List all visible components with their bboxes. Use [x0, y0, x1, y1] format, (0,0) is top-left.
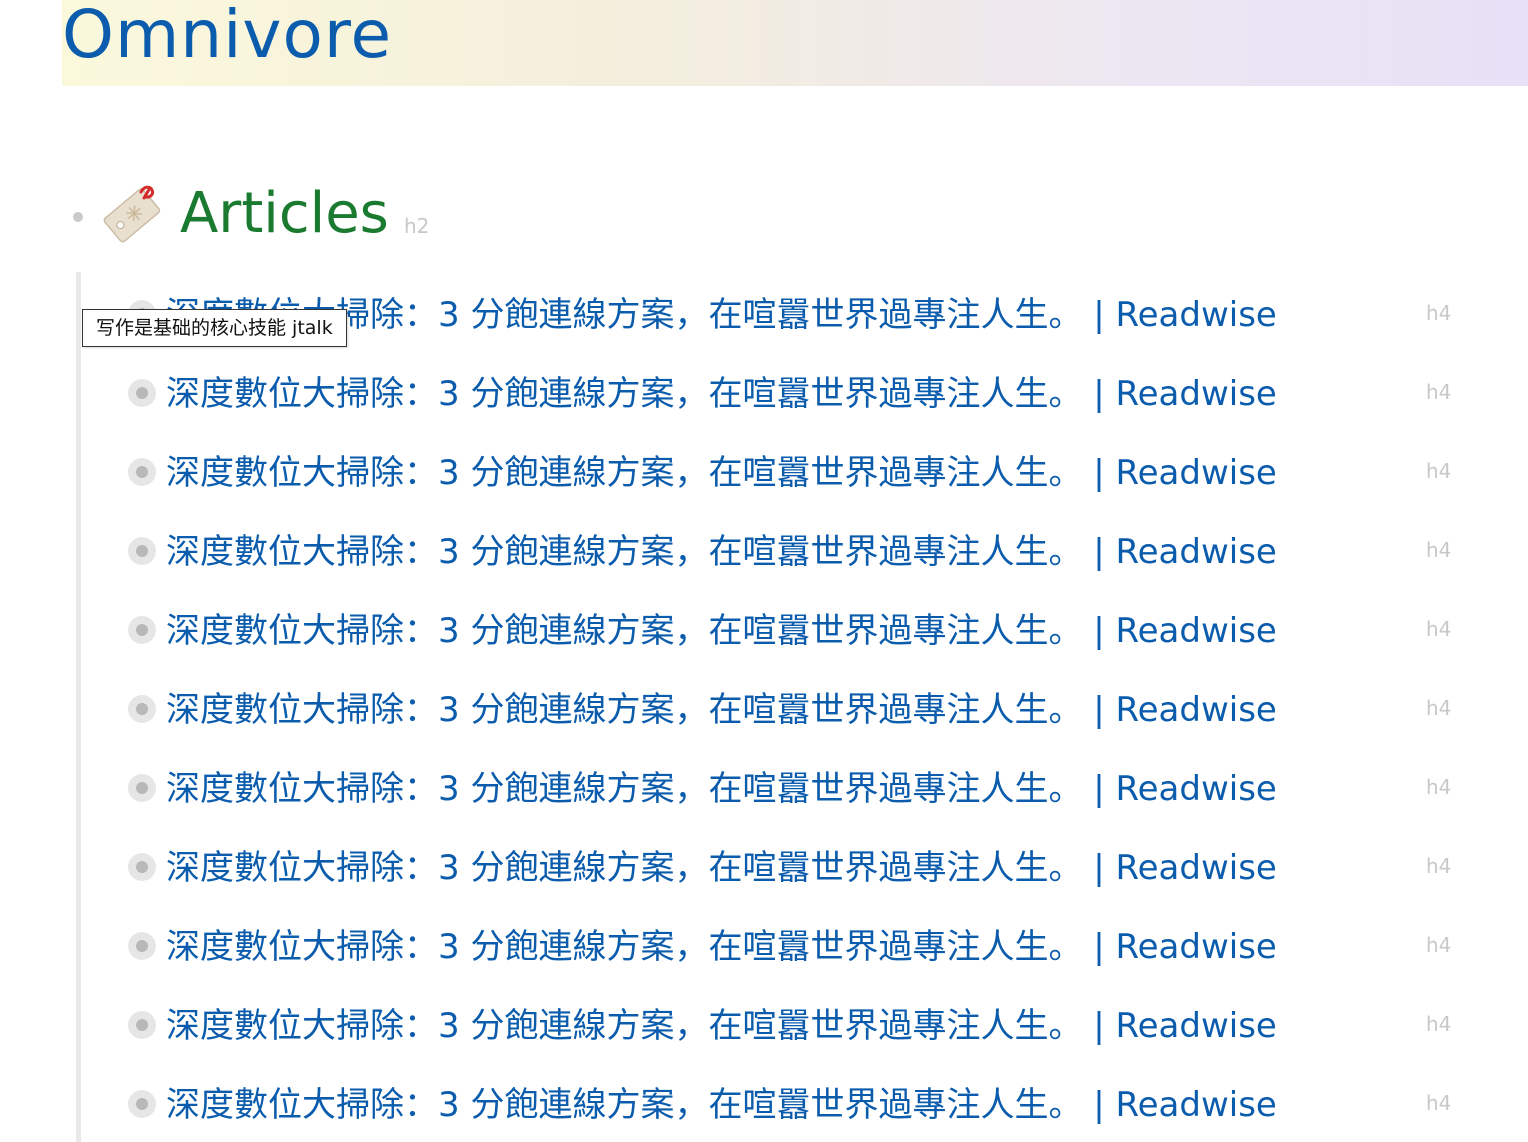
list-item: 深度數位大掃除：3 分飽連線方案，在喧囂世界過專注人生。 | Readwise … — [128, 364, 1488, 424]
outline-bullet[interactable] — [128, 537, 156, 565]
list-item: 深度數位大掃除：3 分飽連線方案，在喧囂世界過專注人生。 | Readwise … — [128, 680, 1488, 740]
page-title: Omnivore — [62, 0, 393, 73]
outline-bullet[interactable] — [128, 616, 156, 644]
list-item: 深度數位大掃除：3 分飽連線方案，在喧囂世界過專注人生。 | Readwise … — [128, 917, 1488, 977]
article-link[interactable]: 深度數位大掃除：3 分飽連線方案，在喧囂世界過專注人生。 | Readwise — [166, 364, 1277, 424]
list-item: 深度數位大掃除：3 分飽連線方案，在喧囂世界過專注人生。 | Readwise … — [128, 601, 1488, 661]
article-link[interactable]: 深度數位大掃除：3 分飽連線方案，在喧囂世界過專注人生。 | Readwise — [166, 917, 1277, 977]
list-item: 深度數位大掃除：3 分飽連線方案，在喧囂世界過專注人生。 | Readwise … — [128, 443, 1488, 503]
tag-icon — [100, 180, 164, 244]
section-heading[interactable]: Articles — [180, 178, 389, 250]
heading-level-marker: h4 — [1426, 1091, 1452, 1115]
page: Omnivore Articles h2 深度數位大掃除：3 分飽連線方案，在喧 — [0, 0, 1528, 1142]
outline-bullet[interactable] — [128, 1090, 156, 1118]
article-link[interactable]: 深度數位大掃除：3 分飽連線方案，在喧囂世界過專注人生。 | Readwise — [166, 996, 1277, 1056]
heading-level-marker: h4 — [1426, 301, 1452, 325]
outline-bullet[interactable] — [128, 695, 156, 723]
article-link[interactable]: 深度數位大掃除：3 分飽連線方案，在喧囂世界過專注人生。 | Readwise — [166, 522, 1277, 582]
heading-level-marker: h4 — [1426, 1012, 1452, 1036]
heading-level-marker: h4 — [1426, 696, 1452, 720]
heading-level-marker: h4 — [1426, 933, 1452, 957]
heading-level-marker: h4 — [1426, 538, 1452, 562]
article-link[interactable]: 深度數位大掃除：3 分飽連線方案，在喧囂世界過專注人生。 | Readwise — [166, 443, 1277, 503]
heading-level-marker: h4 — [1426, 775, 1452, 799]
heading-level-marker: h4 — [1426, 854, 1452, 878]
outline-bullet[interactable] — [128, 458, 156, 486]
article-link[interactable]: 深度數位大掃除：3 分飽連線方案，在喧囂世界過專注人生。 | Readwise — [166, 1075, 1277, 1135]
list-item: 深度數位大掃除：3 分飽連線方案，在喧囂世界過專注人生。 | Readwise … — [128, 996, 1488, 1056]
heading-level-marker: h4 — [1426, 380, 1452, 404]
hover-tooltip: 写作是基础的核心技能 jtalk — [82, 309, 347, 347]
outline-bullet[interactable] — [128, 932, 156, 960]
list-item: 深度數位大掃除：3 分飽連線方案，在喧囂世界過專注人生。 | Readwise … — [128, 522, 1488, 582]
outline-guide-line — [76, 272, 81, 1142]
heading-level-marker: h2 — [404, 214, 430, 238]
outline-bullet[interactable] — [128, 379, 156, 407]
heading-level-marker: h4 — [1426, 617, 1452, 641]
list-item: 深度數位大掃除：3 分飽連線方案，在喧囂世界過專注人生。 | Readwise … — [128, 1075, 1488, 1135]
outline-bullet[interactable] — [128, 774, 156, 802]
article-link[interactable]: 深度數位大掃除：3 分飽連線方案，在喧囂世界過專注人生。 | Readwise — [166, 759, 1277, 819]
article-link[interactable]: 深度數位大掃除：3 分飽連線方案，在喧囂世界過專注人生。 | Readwise — [166, 838, 1277, 898]
outline-bullet[interactable] — [73, 212, 83, 222]
outline-bullet[interactable] — [128, 1011, 156, 1039]
heading-level-marker: h4 — [1426, 459, 1452, 483]
list-item: 深度數位大掃除：3 分飽連線方案，在喧囂世界過專注人生。 | Readwise … — [128, 838, 1488, 898]
article-link[interactable]: 深度數位大掃除：3 分飽連線方案，在喧囂世界過專注人生。 | Readwise — [166, 601, 1277, 661]
article-link[interactable]: 深度數位大掃除：3 分飽連線方案，在喧囂世界過專注人生。 | Readwise — [166, 680, 1277, 740]
outline-bullet[interactable] — [128, 853, 156, 881]
list-item: 深度數位大掃除：3 分飽連線方案，在喧囂世界過專注人生。 | Readwise … — [128, 759, 1488, 819]
